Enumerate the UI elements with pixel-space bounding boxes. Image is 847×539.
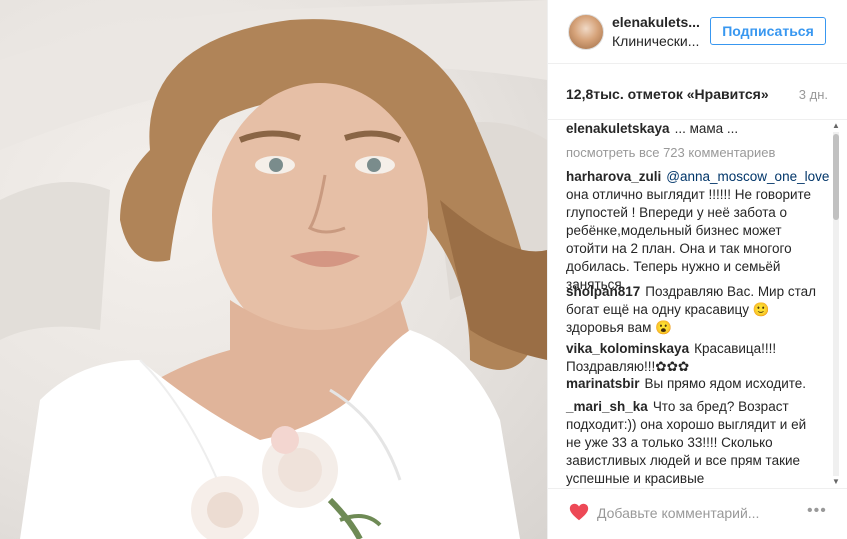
- post-photo[interactable]: [0, 0, 547, 539]
- comment-item: marinatsbir Вы прямо ядом исходите.: [566, 375, 822, 393]
- scroll-down-arrow-icon[interactable]: ▼: [830, 476, 842, 488]
- post-time[interactable]: 3 дн.: [799, 87, 828, 102]
- comment-username[interactable]: marinatsbir: [566, 376, 640, 391]
- heart-icon[interactable]: [568, 501, 590, 523]
- comment-footer: •••: [548, 488, 847, 539]
- caption-username[interactable]: elenakuletskaya: [566, 121, 670, 136]
- view-all-comments-link[interactable]: посмотреть все 723 комментариев: [566, 145, 775, 160]
- scroll-up-arrow-icon[interactable]: ▲: [830, 120, 842, 132]
- comment-item: harharova_zuli @anna_moscow_one_love она …: [566, 168, 829, 294]
- comment-text: она отлично выглядит !!!!!! Не говорите …: [566, 187, 812, 292]
- comment-item: sholpan817 Поздравляю Вас. Мир стал богат…: [566, 283, 822, 337]
- post-sidebar: elenakulets... Клинически... Подписаться…: [547, 0, 847, 539]
- comment-username[interactable]: vika_kolominskaya: [566, 341, 689, 356]
- likes-count[interactable]: 12,8тыс. отметок «Нравится»: [566, 86, 769, 102]
- caption: elenakuletskaya ... мама ...: [566, 120, 822, 138]
- likes-row: 12,8тыс. отметок «Нравится» 3 дн.: [548, 64, 847, 120]
- selfie-illustration: [0, 0, 547, 539]
- post-location[interactable]: Клинически...: [612, 33, 699, 49]
- more-options-button[interactable]: •••: [807, 502, 827, 520]
- instagram-post: elenakulets... Клинически... Подписаться…: [0, 0, 847, 539]
- follow-button[interactable]: Подписаться: [710, 17, 826, 45]
- comment-item: _mari_sh_ka Что за бред? Возраст подходит…: [566, 398, 822, 488]
- post-header: elenakulets... Клинически... Подписаться: [548, 0, 847, 64]
- scroll-thumb[interactable]: [833, 134, 839, 220]
- comments-scrollbar[interactable]: ▲ ▼: [830, 120, 842, 488]
- comment-mention[interactable]: @anna_moscow_one_love: [666, 169, 829, 184]
- post-username[interactable]: elenakulets...: [612, 14, 700, 30]
- avatar[interactable]: [568, 14, 604, 50]
- caption-text: ... мама ...: [674, 121, 739, 136]
- comments-list[interactable]: elenakuletskaya ... мама ... посмотреть в…: [548, 120, 847, 488]
- comment-username[interactable]: sholpan817: [566, 284, 640, 299]
- add-comment-input[interactable]: [597, 501, 787, 525]
- comment-username[interactable]: harharova_zuli: [566, 169, 661, 184]
- comment-item: vika_kolominskaya Красавица!!!! Поздравля…: [566, 340, 822, 376]
- comment-username[interactable]: _mari_sh_ka: [566, 399, 648, 414]
- comment-text: Вы прямо ядом исходите.: [644, 376, 807, 391]
